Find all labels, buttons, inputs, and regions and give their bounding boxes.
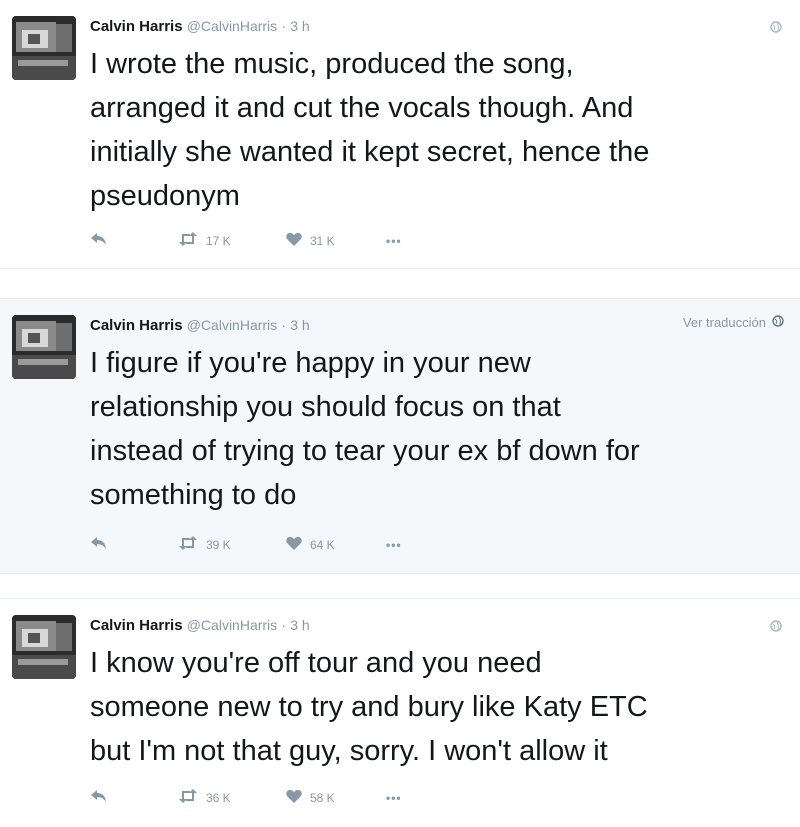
tweet-text: I figure if you're happy in your new rel… <box>90 347 640 511</box>
globe-icon <box>770 619 782 637</box>
tweet-header: Calvin Harris @CalvinHarris · 3 h <box>90 315 310 336</box>
timestamp[interactable]: 3 h <box>290 317 309 333</box>
timestamp[interactable]: 3 h <box>290 617 309 633</box>
retweet-icon <box>178 536 198 553</box>
more-button[interactable]: ••• <box>386 234 402 248</box>
author-name[interactable]: Calvin Harris <box>90 18 183 35</box>
avatar[interactable] <box>12 615 76 679</box>
separator: · <box>281 617 287 633</box>
retweet-count: 39 K <box>206 537 231 552</box>
retweet-icon <box>178 789 198 806</box>
more-button[interactable]: ••• <box>386 538 402 552</box>
reply-button[interactable] <box>90 536 178 553</box>
like-button[interactable]: 64 K <box>286 536 386 553</box>
tweet-header: Calvin Harris @CalvinHarris · 3 h <box>90 615 310 636</box>
reply-icon <box>90 232 108 249</box>
tweet-3[interactable]: Calvin Harris @CalvinHarris · 3 h I know… <box>0 598 800 827</box>
more-icon: ••• <box>386 233 402 248</box>
retweet-icon <box>178 232 198 249</box>
divider <box>0 268 800 299</box>
like-button[interactable]: 58 K <box>286 789 386 806</box>
heart-icon <box>286 789 302 806</box>
reply-icon <box>90 789 108 806</box>
tweet-header: Calvin Harris @CalvinHarris · 3 h <box>90 16 310 37</box>
avatar[interactable] <box>12 315 76 379</box>
translate-link[interactable]: Ver traducción <box>683 315 784 330</box>
more-icon: ••• <box>386 537 402 552</box>
author-handle[interactable]: @CalvinHarris <box>187 18 277 34</box>
tweet-actions: 17 K 31 K ••• <box>90 232 402 249</box>
author-name[interactable]: Calvin Harris <box>90 617 183 634</box>
timestamp[interactable]: 3 h <box>290 18 309 34</box>
author-name[interactable]: Calvin Harris <box>90 317 183 334</box>
like-button[interactable]: 31 K <box>286 232 386 249</box>
like-count: 58 K <box>310 790 335 805</box>
more-icon: ••• <box>386 790 402 805</box>
retweet-button[interactable]: 39 K <box>178 536 286 553</box>
heart-icon <box>286 232 302 249</box>
tweet-actions: 39 K 64 K ••• <box>90 536 402 553</box>
reply-button[interactable] <box>90 789 178 806</box>
author-handle[interactable]: @CalvinHarris <box>187 317 277 333</box>
retweet-count: 17 K <box>206 233 231 248</box>
retweet-count: 36 K <box>206 790 231 805</box>
globe-icon <box>772 315 784 330</box>
reply-icon <box>90 536 108 553</box>
like-count: 31 K <box>310 233 335 248</box>
tweet-2[interactable]: Calvin Harris @CalvinHarris · 3 h Ver tr… <box>0 298 800 573</box>
author-handle[interactable]: @CalvinHarris <box>187 617 277 633</box>
like-count: 64 K <box>310 537 335 552</box>
globe-icon <box>770 20 782 38</box>
tweet-text: I wrote the music, produced the song, ar… <box>90 48 650 212</box>
tweet-1[interactable]: Calvin Harris @CalvinHarris · 3 h I wrot… <box>0 0 800 268</box>
tweet-actions: 36 K 58 K ••• <box>90 789 402 806</box>
retweet-button[interactable]: 17 K <box>178 232 286 249</box>
reply-button[interactable] <box>90 232 178 249</box>
heart-icon <box>286 536 302 553</box>
separator: · <box>281 18 287 34</box>
avatar[interactable] <box>12 16 76 80</box>
more-button[interactable]: ••• <box>386 791 402 805</box>
divider <box>0 573 800 599</box>
translate-label[interactable]: Ver traducción <box>683 315 766 330</box>
tweet-text: I know you're off tour and you need some… <box>90 647 648 767</box>
separator: · <box>281 317 287 333</box>
retweet-button[interactable]: 36 K <box>178 789 286 806</box>
